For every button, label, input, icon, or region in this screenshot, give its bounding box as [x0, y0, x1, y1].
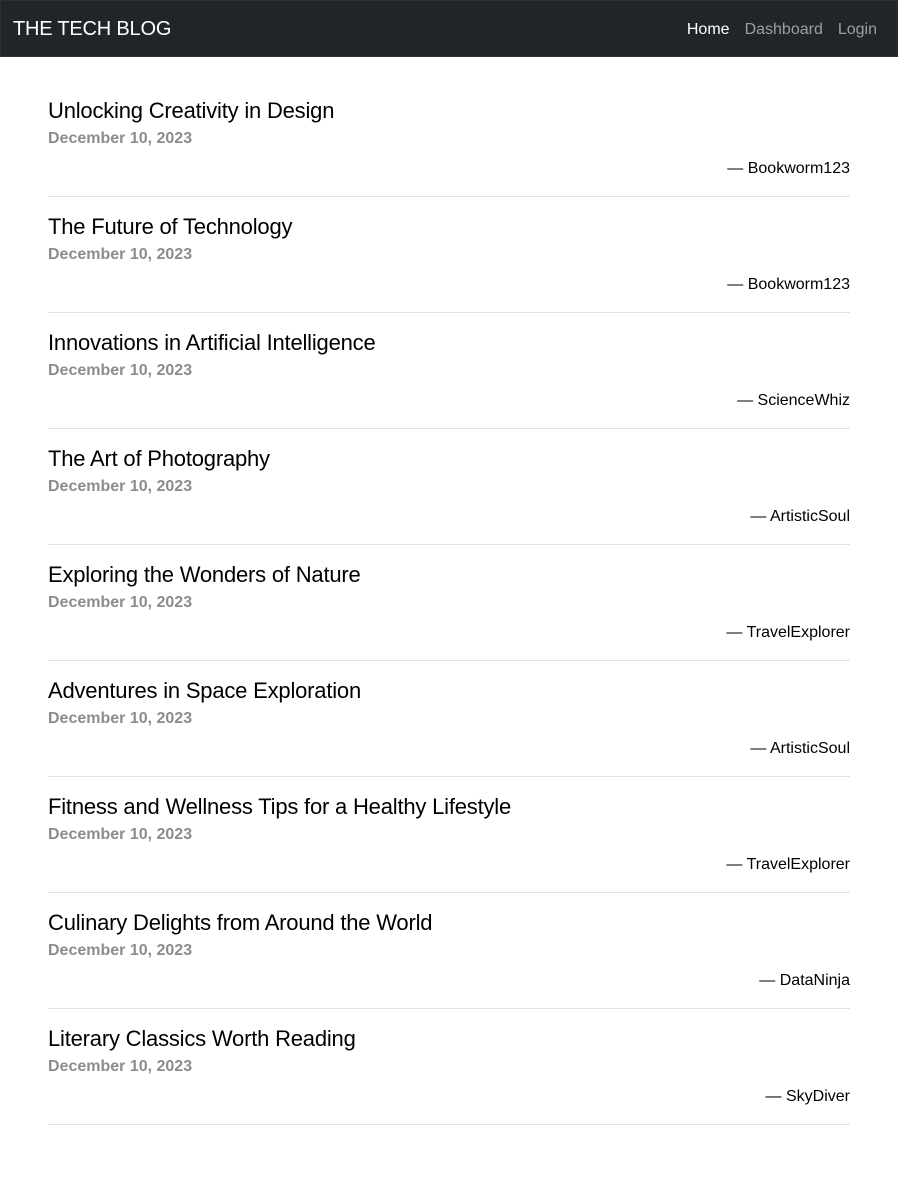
nav-link-login[interactable]: Login: [838, 19, 877, 41]
nav-link-home[interactable]: Home: [687, 19, 730, 41]
post-title[interactable]: Fitness and Wellness Tips for a Healthy …: [48, 792, 511, 822]
post-item[interactable]: Unlocking Creativity in Design December …: [48, 81, 850, 197]
nav-link-dashboard[interactable]: Dashboard: [745, 19, 823, 41]
post-list: Unlocking Creativity in Design December …: [48, 81, 850, 1125]
brand-link[interactable]: THE TECH BLOG: [13, 17, 171, 41]
navbar: THE TECH BLOG Home Dashboard Login: [0, 0, 898, 57]
post-author: — TravelExplorer: [726, 624, 850, 641]
post-item[interactable]: The Art of Photography December 10, 2023…: [48, 429, 850, 545]
nav-links: Home Dashboard Login: [687, 19, 877, 41]
post-author: — Bookworm123: [727, 276, 850, 293]
post-title[interactable]: The Art of Photography: [48, 444, 270, 474]
post-date: December 10, 2023: [48, 1058, 193, 1075]
post-date: December 10, 2023: [48, 826, 193, 843]
post-author: — TravelExplorer: [726, 856, 850, 873]
post-date: December 10, 2023: [48, 942, 193, 959]
post-date: December 10, 2023: [48, 362, 193, 379]
post-date: December 10, 2023: [48, 710, 193, 727]
post-title[interactable]: Adventures in Space Exploration: [48, 676, 361, 706]
post-author: — SkyDiver: [765, 1088, 850, 1105]
post-date: December 10, 2023: [48, 130, 193, 147]
post-author: — ArtisticSoul: [750, 508, 850, 525]
post-date: December 10, 2023: [48, 478, 193, 495]
post-title[interactable]: Unlocking Creativity in Design: [48, 96, 334, 126]
post-item[interactable]: The Future of Technology December 10, 20…: [48, 197, 850, 313]
post-item[interactable]: Fitness and Wellness Tips for a Healthy …: [48, 777, 850, 893]
post-title[interactable]: Exploring the Wonders of Nature: [48, 560, 361, 590]
post-title[interactable]: Culinary Delights from Around the World: [48, 908, 433, 938]
post-author: — ArtisticSoul: [750, 740, 850, 757]
post-item[interactable]: Literary Classics Worth Reading December…: [48, 1009, 850, 1125]
post-author: — Bookworm123: [727, 160, 850, 177]
post-title[interactable]: Literary Classics Worth Reading: [48, 1024, 356, 1054]
post-item[interactable]: Exploring the Wonders of Nature December…: [48, 545, 850, 661]
post-author: — DataNinja: [759, 972, 850, 989]
post-item[interactable]: Innovations in Artificial Intelligence D…: [48, 313, 850, 429]
post-title[interactable]: The Future of Technology: [48, 212, 292, 242]
post-item[interactable]: Adventures in Space Exploration December…: [48, 661, 850, 777]
post-date: December 10, 2023: [48, 594, 193, 611]
post-title[interactable]: Innovations in Artificial Intelligence: [48, 328, 376, 358]
post-date: December 10, 2023: [48, 246, 193, 263]
post-author: — ScienceWhiz: [737, 392, 850, 409]
post-item[interactable]: Culinary Delights from Around the World …: [48, 893, 850, 1009]
